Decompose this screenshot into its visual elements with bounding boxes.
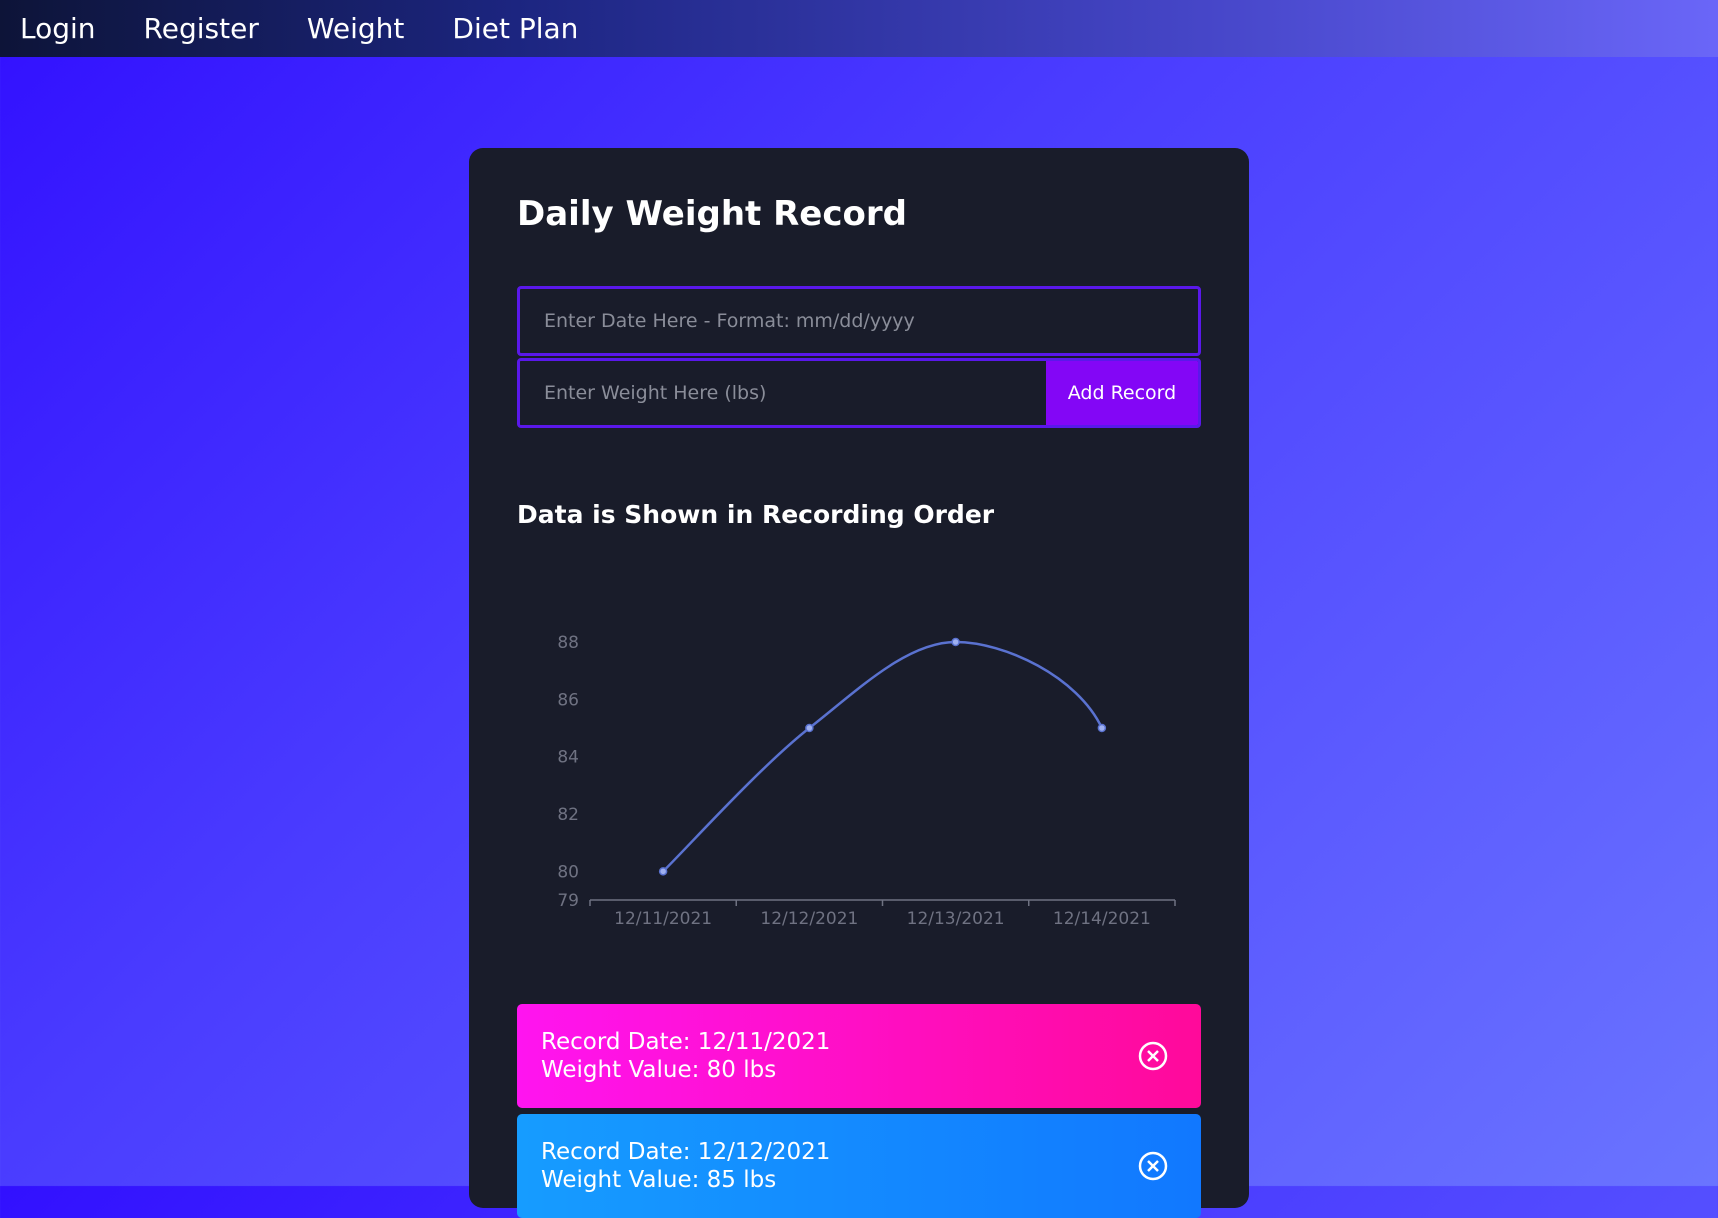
record-card: Record Date: 12/11/2021 Weight Value: 80…	[517, 1004, 1201, 1108]
data-point	[951, 637, 960, 647]
data-point	[658, 867, 668, 876]
y-tick-label: 88	[557, 633, 579, 653]
x-tick-label: 12/14/2021	[1053, 909, 1151, 929]
nav-register-link[interactable]: Register	[144, 12, 259, 45]
weight-record-card: Daily Weight Record Add Record Data is S…	[469, 148, 1249, 1218]
record-card: Record Date: 12/12/2021 Weight Value: 85…	[517, 1114, 1201, 1218]
record-date: Record Date: 12/12/2021	[541, 1139, 831, 1165]
record-weight: Weight Value: 85 lbs	[541, 1167, 777, 1193]
record-weight: Weight Value: 80 lbs	[541, 1057, 777, 1083]
nav-weight-link[interactable]: Weight	[307, 12, 405, 45]
y-tick-label: 80	[557, 862, 579, 882]
top-navbar: Login Register Weight Diet Plan	[0, 0, 1718, 57]
y-tick-label: 82	[557, 805, 579, 825]
y-tick-label: 84	[557, 748, 579, 768]
data-point	[805, 723, 814, 733]
x-tick-label: 12/11/2021	[614, 909, 712, 929]
delete-record-icon[interactable]	[1137, 1040, 1169, 1072]
data-point	[1097, 723, 1107, 733]
delete-record-icon[interactable]	[1137, 1150, 1169, 1182]
record-date: Record Date: 12/11/2021	[541, 1029, 831, 1055]
nav-diet-plan-link[interactable]: Diet Plan	[452, 12, 578, 45]
weight-series-line	[662, 640, 1104, 873]
nav-login-link[interactable]: Login	[20, 12, 96, 45]
x-tick-label: 12/12/2021	[760, 909, 858, 929]
y-tick-label: 79	[557, 891, 579, 911]
x-tick-label: 12/13/2021	[907, 909, 1005, 929]
weight-line-chart: 12/11/2021 12/12/2021 12/13/2021 12/14/2021…	[557, 633, 1176, 929]
y-tick-label: 86	[557, 690, 579, 710]
